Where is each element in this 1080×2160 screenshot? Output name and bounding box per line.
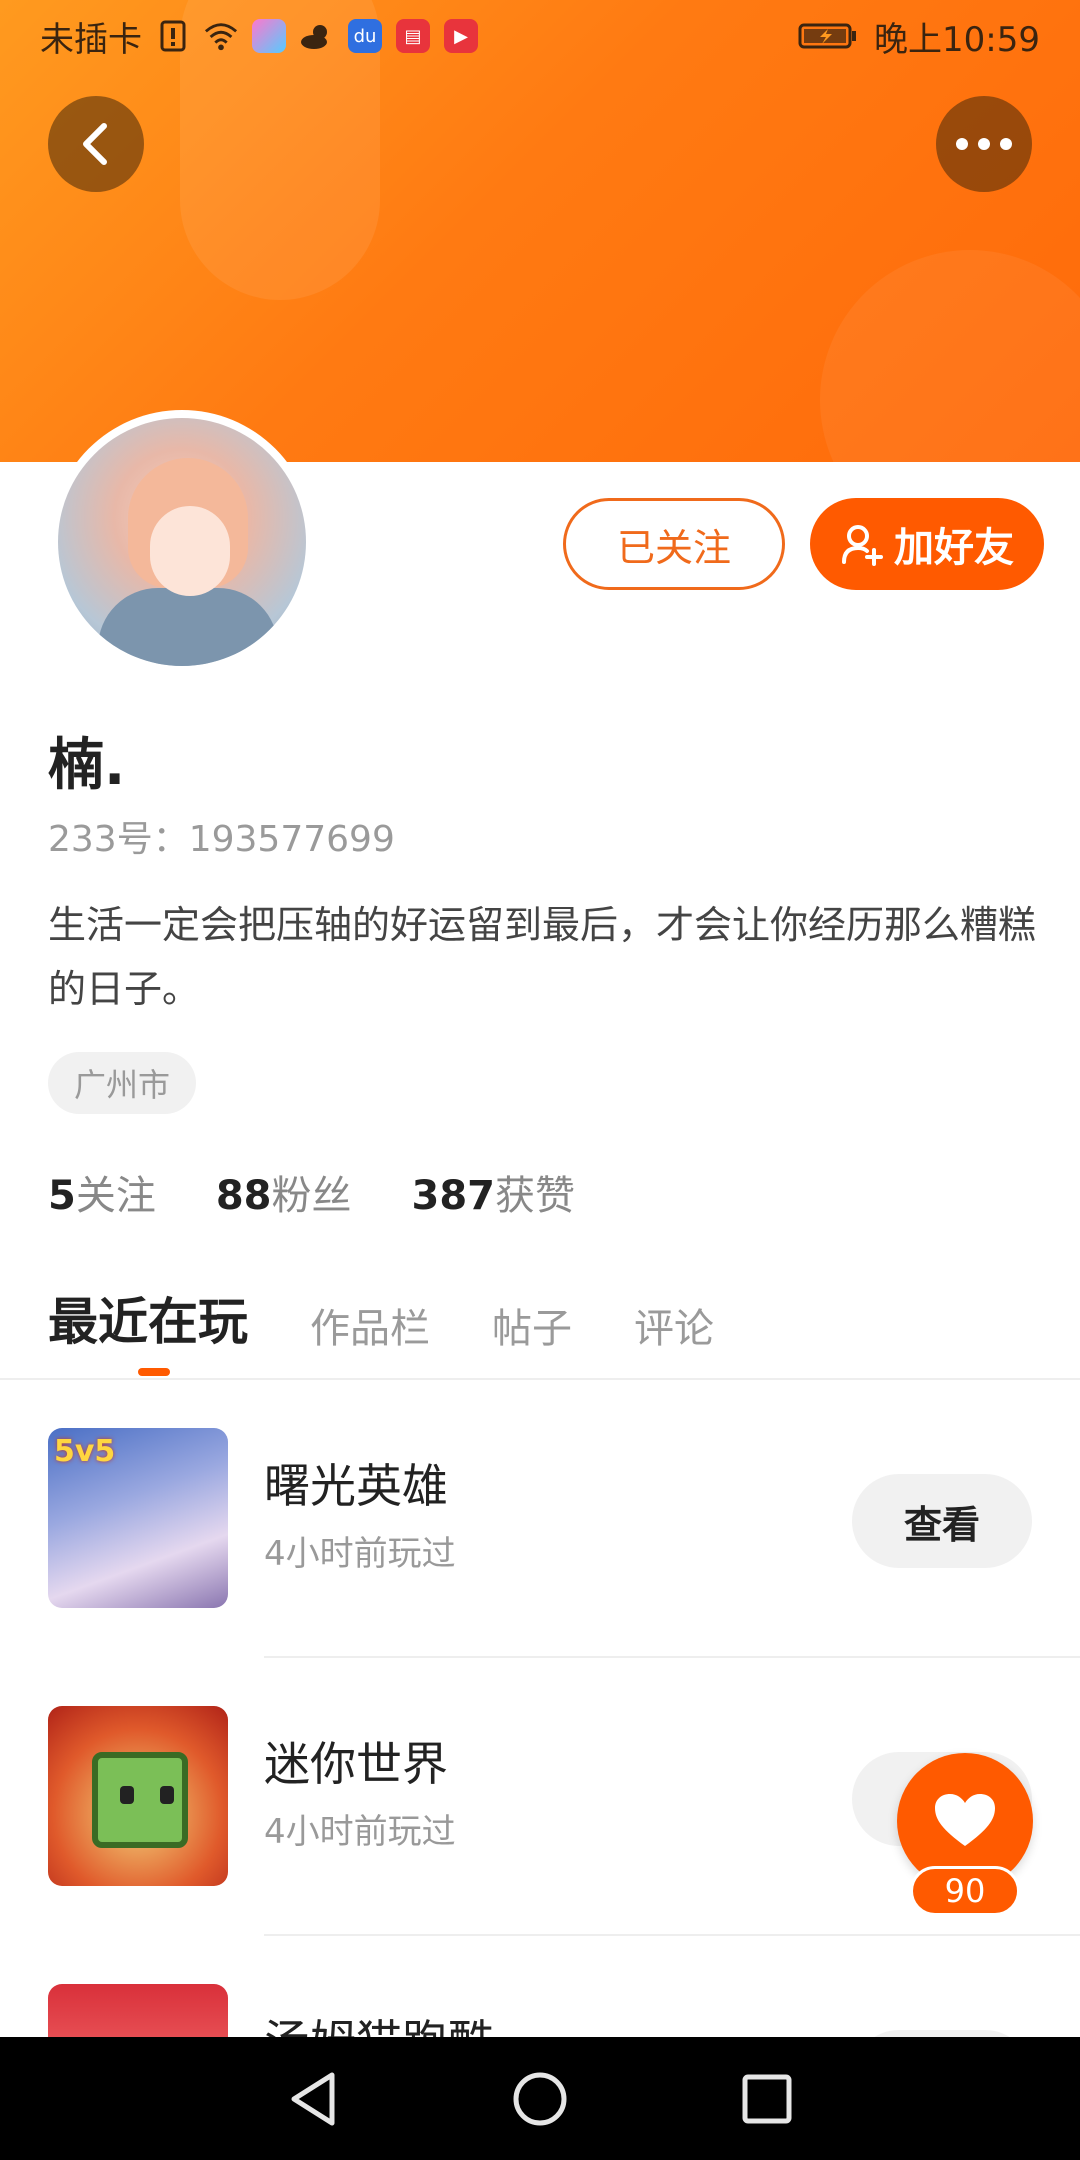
avatar-shirt — [98, 588, 278, 666]
system-nav-bar — [0, 2037, 1080, 2160]
game-icon — [48, 1706, 228, 1886]
game-last-played: 4小时前玩过 — [264, 1812, 456, 1852]
game-last-played: 4小时前玩过 — [264, 1534, 456, 1574]
profile-stats: 5关注 88粉丝 387获赞 — [48, 1163, 575, 1221]
nav-home-button[interactable] — [500, 2059, 580, 2139]
circle-home-icon — [513, 2072, 567, 2125]
game-title: 迷你世界 — [264, 1737, 448, 1791]
heart-icon — [935, 1794, 995, 1846]
more-button[interactable] — [936, 96, 1032, 192]
app-notification-icon — [252, 19, 286, 53]
stat-likes[interactable]: 387获赞 — [412, 1163, 576, 1221]
active-tab-indicator — [138, 1368, 170, 1376]
view-button[interactable]: 查看 — [852, 1474, 1032, 1568]
list-item[interactable]: 5v5 曙光英雄 4小时前玩过 查看 — [0, 1382, 1080, 1660]
stat-number: 387 — [411, 1173, 496, 1219]
chevron-left-icon — [83, 123, 107, 165]
stat-following[interactable]: 5关注 — [48, 1163, 156, 1221]
game-icon: 5v5 — [48, 1428, 228, 1608]
reader-app-icon: ▤ — [396, 19, 430, 53]
stat-number: 5 — [48, 1173, 76, 1219]
back-button[interactable] — [48, 96, 144, 192]
followed-button[interactable]: 已关注 — [563, 498, 785, 590]
location-text: 广州市 — [74, 1066, 171, 1104]
location-tag: 广州市 — [48, 1052, 197, 1114]
add-friend-button[interactable]: 加好友 — [810, 498, 1044, 590]
avatar-image — [58, 418, 306, 666]
more-horizontal-icon — [956, 138, 1012, 150]
add-user-icon — [842, 525, 883, 566]
banner-decoration — [820, 250, 1080, 462]
game-title: 曙光英雄 — [264, 1459, 448, 1513]
stat-number: 88 — [215, 1173, 272, 1219]
row-divider — [264, 1934, 1080, 1936]
triangle-back-icon — [291, 2072, 335, 2125]
tab-posts[interactable]: 帖子 — [492, 1296, 572, 1354]
like-count: 90 — [910, 1866, 1020, 1916]
row-divider — [264, 1656, 1080, 1658]
avatar-face — [150, 506, 230, 596]
profile-screen: 未插卡 du ▤ ▶ 晚上10:59 已关注 加好友 楠. 233号：19357… — [0, 0, 1080, 2160]
tab-recently-played[interactable]: 最近在玩 — [48, 1282, 248, 1354]
stat-fans[interactable]: 88粉丝 — [216, 1163, 352, 1221]
status-right: 晚上10:59 — [798, 12, 1040, 61]
like-count-text: 90 — [944, 1872, 986, 1910]
tabs-divider — [0, 1378, 1080, 1380]
baidu-app-icon: du — [348, 19, 382, 53]
stat-label: 关注 — [75, 1173, 156, 1219]
tab-works[interactable]: 作品栏 — [310, 1296, 430, 1354]
square-recents-icon — [742, 2074, 792, 2123]
tab-comments[interactable]: 评论 — [634, 1296, 714, 1354]
weather-icon — [300, 19, 334, 53]
avatar[interactable] — [50, 410, 314, 674]
status-bar: 未插卡 du ▤ ▶ 晚上10:59 — [0, 0, 1080, 72]
profile-tabs: 最近在玩 作品栏 帖子 评论 — [48, 1282, 714, 1354]
nav-back-button[interactable] — [273, 2059, 353, 2139]
carrier-text: 未插卡 — [40, 19, 142, 60]
sim-alert-icon — [156, 19, 190, 53]
profile-name: 楠. — [48, 733, 126, 798]
wifi-icon — [204, 19, 238, 53]
stat-label: 粉丝 — [271, 1173, 352, 1219]
status-left: 未插卡 du ▤ ▶ — [40, 12, 478, 61]
profile-bio: 生活一定会把压轴的好运留到最后，才会让你经历那么糟糕的日子。 — [48, 903, 1037, 1011]
battery-charging-icon — [798, 19, 858, 53]
followed-label: 已关注 — [616, 525, 731, 570]
game-icon-art — [120, 1786, 134, 1804]
stat-label: 获赞 — [495, 1173, 576, 1219]
game-icon-art — [160, 1786, 174, 1804]
view-label: 查看 — [903, 1502, 980, 1547]
add-friend-label: 加好友 — [894, 525, 1014, 571]
clock-text: 晚上10:59 — [874, 19, 1040, 60]
profile-id: 233号：193577699 — [48, 819, 395, 860]
game-badge: 5v5 — [54, 1434, 116, 1469]
nav-recents-button[interactable] — [727, 2059, 807, 2139]
video-app-icon: ▶ — [444, 19, 478, 53]
